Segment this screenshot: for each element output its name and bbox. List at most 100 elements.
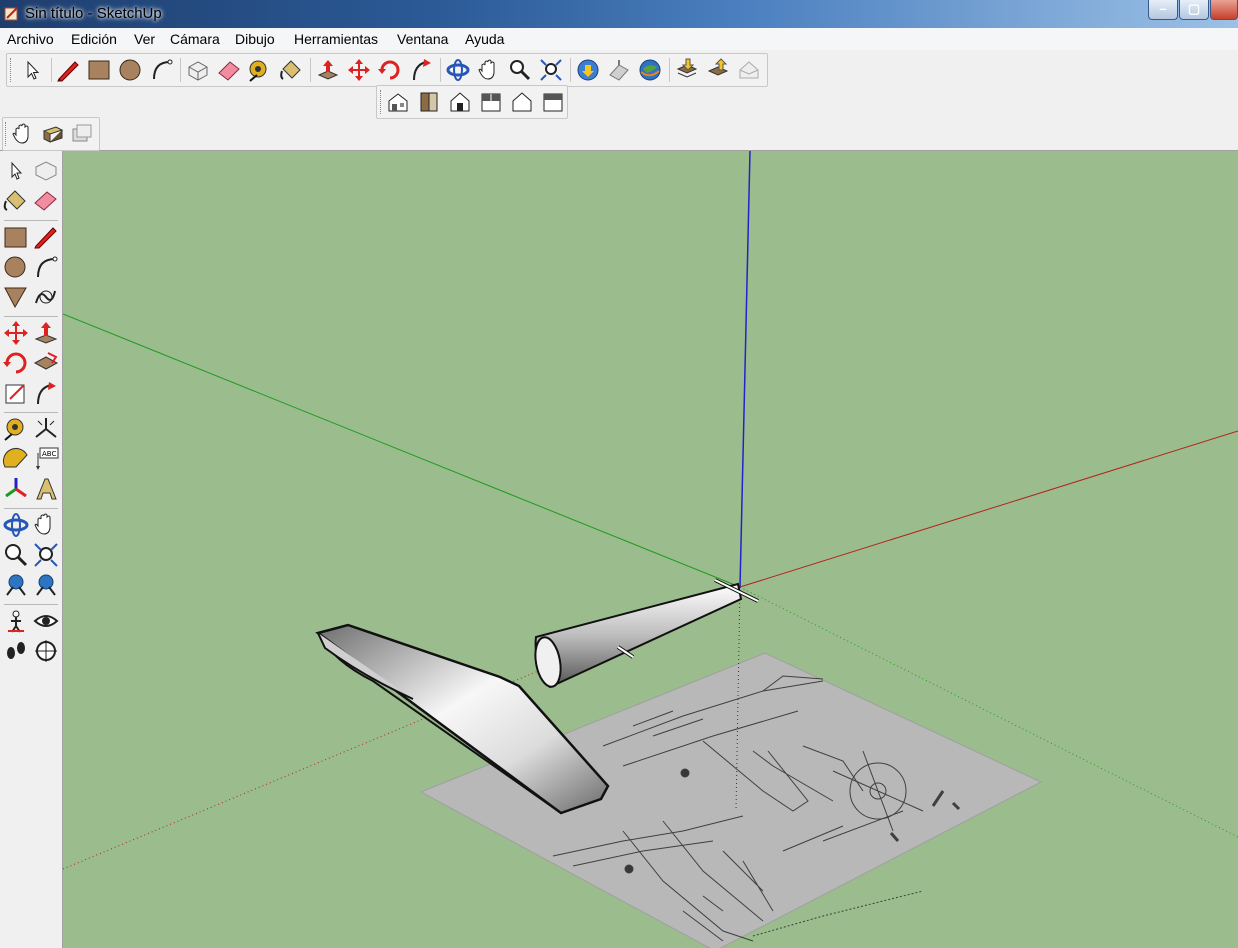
walk-button[interactable] <box>2 637 30 665</box>
pencil-icon <box>57 61 79 82</box>
minimize-button[interactable]: – <box>1148 0 1178 20</box>
toolbar-grip[interactable] <box>380 90 384 114</box>
drawing-viewport[interactable] <box>63 151 1238 948</box>
back-view-button[interactable] <box>509 89 535 115</box>
menu-archivo[interactable]: Archivo <box>7 31 54 47</box>
menu-camara[interactable]: Cámara <box>170 31 220 47</box>
arc-icon <box>153 59 173 80</box>
get-models-button[interactable] <box>575 57 601 83</box>
offset-icon <box>33 352 59 370</box>
front-view-button[interactable] <box>447 89 473 115</box>
3d-text-button[interactable] <box>32 475 60 503</box>
close-button[interactable] <box>1210 0 1238 20</box>
protractor-icon <box>2 447 28 468</box>
polygon-tool-button[interactable] <box>2 283 30 311</box>
tape-measure-button[interactable] <box>2 415 30 443</box>
left-view-button[interactable] <box>540 89 566 115</box>
move-tool-button[interactable] <box>346 57 372 83</box>
layers-out-button[interactable] <box>705 57 731 83</box>
right-view-icon <box>481 93 501 112</box>
get-photo-texture-button[interactable] <box>736 57 762 83</box>
iso-view-button[interactable] <box>385 89 411 115</box>
eraser-tool-button[interactable] <box>216 57 242 83</box>
arc-tool-button[interactable] <box>32 253 60 281</box>
eraser-icon <box>218 61 240 81</box>
move-tool-button[interactable] <box>2 319 30 347</box>
circle-tool-button[interactable] <box>2 253 30 281</box>
toolbar-grip[interactable] <box>10 58 14 82</box>
tape-measure-button[interactable] <box>247 57 273 83</box>
scale-icon <box>5 384 25 404</box>
arc-tool-button[interactable] <box>148 57 174 83</box>
rotate-tool-button[interactable] <box>377 57 403 83</box>
follow-me-button[interactable] <box>408 57 434 83</box>
offset-tool-button[interactable] <box>32 349 60 377</box>
follow-me-icon <box>413 59 431 81</box>
section-plane-icon <box>35 640 57 662</box>
orbit-tool-button[interactable] <box>445 57 471 83</box>
top-view-icon <box>420 92 438 112</box>
push-pull-button[interactable] <box>315 57 341 83</box>
orbit-tool-button[interactable] <box>2 511 30 539</box>
separator <box>4 508 58 509</box>
maximize-button[interactable]: ▢ <box>1179 0 1209 20</box>
walk-button[interactable] <box>40 121 66 147</box>
push-pull-icon <box>34 322 58 344</box>
menu-ayuda[interactable]: Ayuda <box>465 31 504 47</box>
eye-icon <box>33 615 59 627</box>
paint-bucket-button[interactable] <box>278 57 304 83</box>
previous-view-button[interactable] <box>2 571 30 599</box>
zoom-tool-button[interactable] <box>507 57 533 83</box>
follow-me-button[interactable] <box>32 379 60 407</box>
axes-icon <box>35 418 57 438</box>
rotate-tool-button[interactable] <box>2 349 30 377</box>
top-view-button[interactable] <box>416 89 442 115</box>
protractor-button[interactable] <box>2 445 30 473</box>
axes-move-button[interactable] <box>2 475 30 503</box>
section-plane-button[interactable] <box>32 637 60 665</box>
right-view-button[interactable] <box>478 89 504 115</box>
menu-dibujo[interactable]: Dibujo <box>235 31 275 47</box>
tape-measure-icon <box>249 60 267 82</box>
select-tool-button[interactable] <box>2 157 30 185</box>
pan-tool-button[interactable] <box>32 511 60 539</box>
select-tool-button[interactable] <box>19 57 45 83</box>
look-around-button[interactable] <box>32 607 60 635</box>
zoom-tool-button[interactable] <box>2 541 30 569</box>
zoom-window-button[interactable] <box>32 541 60 569</box>
pencil-tool-button[interactable] <box>32 223 60 251</box>
pencil-tool-button[interactable] <box>55 57 81 83</box>
section-plane-button[interactable] <box>69 121 95 147</box>
toolbar-grip[interactable] <box>5 122 9 146</box>
menu-ventana[interactable]: Ventana <box>397 31 448 47</box>
front-view-icon <box>450 92 470 112</box>
text-tool-button[interactable]: ABC <box>32 445 60 473</box>
google-earth-button[interactable] <box>637 57 663 83</box>
menu-edicion[interactable]: Edición <box>71 31 117 47</box>
paint-bucket-button[interactable] <box>2 187 30 215</box>
make-component-button[interactable] <box>32 157 60 185</box>
zoom-extents-button[interactable] <box>538 57 564 83</box>
pan-tool-button[interactable] <box>476 57 502 83</box>
move-icon <box>4 321 28 345</box>
make-component-icon <box>35 161 57 181</box>
push-pull-button[interactable] <box>32 319 60 347</box>
menu-ver[interactable]: Ver <box>134 31 155 47</box>
freehand-tool-button[interactable] <box>32 283 60 311</box>
layers-in-button[interactable] <box>674 57 700 83</box>
share-model-button[interactable] <box>606 57 632 83</box>
rectangle-tool-button[interactable] <box>86 57 112 83</box>
menu-herramientas[interactable]: Herramientas <box>294 31 378 47</box>
google-earth-icon <box>639 59 661 81</box>
eraser-tool-button[interactable] <box>32 187 60 215</box>
next-view-button[interactable] <box>32 571 60 599</box>
scale-tool-button[interactable] <box>2 379 30 407</box>
scene-canvas[interactable] <box>63 151 1238 948</box>
make-component-button[interactable] <box>185 57 211 83</box>
position-camera-button[interactable] <box>2 607 30 635</box>
position-camera-button[interactable] <box>10 121 36 147</box>
axes-tool-button[interactable] <box>32 415 60 443</box>
circle-tool-button[interactable] <box>117 57 143 83</box>
red-axis <box>739 430 1238 588</box>
rectangle-tool-button[interactable] <box>2 223 30 251</box>
